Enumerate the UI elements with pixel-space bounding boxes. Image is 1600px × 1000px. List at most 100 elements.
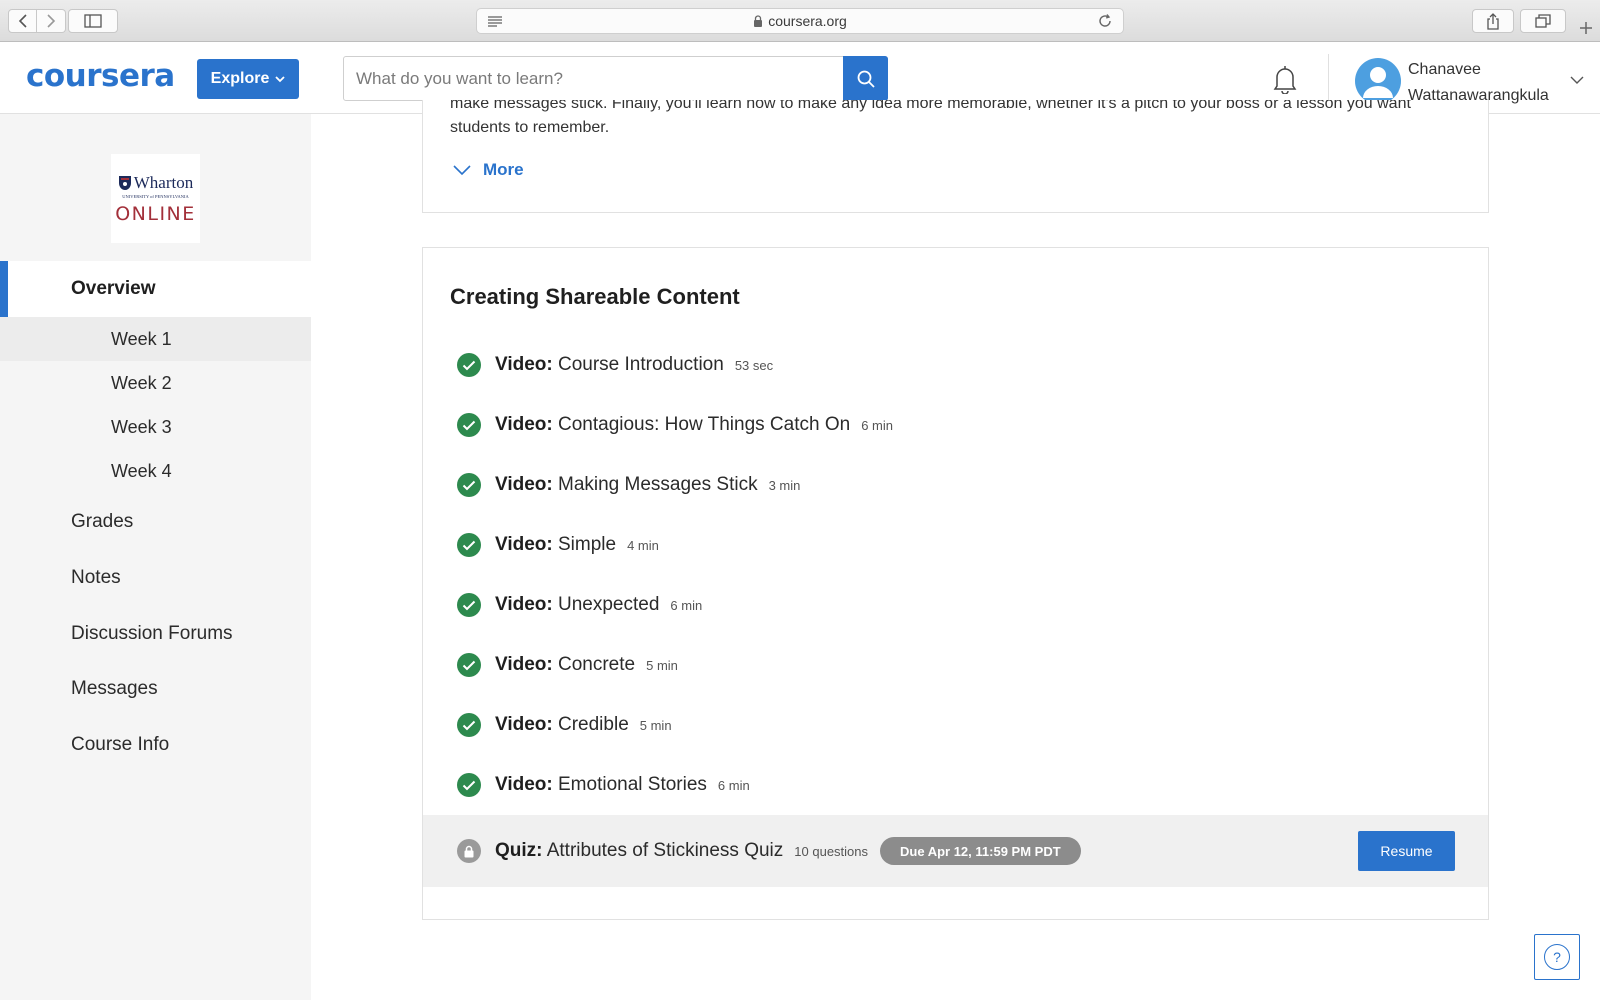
- sidebar-item-discussion-forums[interactable]: Discussion Forums: [0, 606, 311, 662]
- item-duration: 5 min: [639, 717, 672, 733]
- search-box: [343, 56, 888, 101]
- sidebar-item-overview[interactable]: Overview: [0, 261, 311, 317]
- item-duration: 6 min: [717, 777, 750, 793]
- explore-button[interactable]: Explore: [197, 59, 299, 99]
- item-type: Video:: [495, 534, 553, 555]
- chevron-down-icon: [275, 75, 285, 82]
- avatar[interactable]: [1355, 58, 1401, 104]
- item-title: Video: Credible: [495, 714, 629, 736]
- address-bar[interactable]: coursera.org: [476, 8, 1124, 34]
- lock-icon: [754, 15, 763, 27]
- lesson-title: Creating Shareable Content: [450, 284, 740, 309]
- back-icon: [18, 14, 27, 28]
- quiz-question-count: 10 questions: [794, 843, 869, 859]
- chevron-down-icon[interactable]: [1570, 76, 1584, 85]
- sidebar-item-label: Messages: [71, 678, 158, 699]
- reader-icon[interactable]: [487, 15, 503, 27]
- sidebar-item-label: Overview: [71, 278, 156, 299]
- lesson-item[interactable]: Video: Course Introduction 53 sec: [423, 335, 1488, 395]
- user-first-name: Chanavee: [1408, 61, 1481, 78]
- sidebar-toggle-button[interactable]: [68, 9, 118, 33]
- wharton-crest: Wharton: [118, 173, 193, 193]
- item-duration: 6 min: [861, 417, 893, 433]
- sidebar-item-grades[interactable]: Grades: [0, 494, 311, 550]
- completed-check-icon: [457, 713, 481, 737]
- item-title: Video: Unexpected: [495, 594, 659, 616]
- sidebar-item-week-1[interactable]: Week 1: [0, 317, 311, 361]
- lock-icon: [457, 839, 481, 863]
- item-title: Video: Contagious: How Things Catch On: [495, 414, 850, 436]
- tabs-overview-button[interactable]: [1520, 9, 1566, 33]
- item-name: Attributes of Stickiness Quiz: [546, 840, 784, 861]
- completed-check-icon: [457, 773, 481, 797]
- sidebar-item-label: Week 4: [111, 460, 172, 481]
- lesson-item[interactable]: Video: Making Messages Stick 3 min: [423, 455, 1488, 515]
- forward-icon: [47, 14, 56, 28]
- item-type: Video:: [495, 594, 553, 615]
- completed-check-icon: [457, 413, 481, 437]
- partner-logo: Wharton UNIVERSITY of PENNSYLVANIA ONLIN…: [111, 154, 200, 243]
- resume-button[interactable]: Resume: [1358, 831, 1455, 871]
- sidebar-item-label: Week 1: [111, 328, 172, 349]
- sidebar-item-week-2[interactable]: Week 2: [0, 361, 311, 405]
- lesson-item[interactable]: Video: Concrete 5 min: [423, 635, 1488, 695]
- lesson-item[interactable]: Video: Credible 5 min: [423, 695, 1488, 755]
- back-button[interactable]: [8, 9, 37, 33]
- help-button[interactable]: ?: [1534, 934, 1580, 980]
- item-duration: 3 min: [768, 477, 801, 493]
- item-duration: 53 sec: [734, 357, 774, 373]
- coursera-logo[interactable]: coursera: [26, 58, 175, 94]
- item-type: Video:: [495, 414, 553, 435]
- shield-icon: [118, 175, 131, 190]
- reload-icon[interactable]: [1097, 13, 1113, 29]
- explore-label: Explore: [210, 70, 270, 87]
- new-tab-icon: [1580, 22, 1592, 34]
- completed-check-icon: [457, 473, 481, 497]
- item-title: Video: Simple: [495, 534, 616, 556]
- item-title: Quiz: Attributes of Stickiness Quiz: [495, 840, 783, 862]
- quiz-item[interactable]: Quiz: Attributes of Stickiness Quiz 10 q…: [423, 815, 1488, 887]
- item-title: Video: Course Introduction: [495, 354, 724, 376]
- url-text: coursera.org: [768, 13, 847, 29]
- partner-subtitle: UNIVERSITY of PENNSYLVANIA: [122, 193, 189, 199]
- item-title: Video: Emotional Stories: [495, 774, 707, 796]
- item-duration: 4 min: [627, 537, 659, 553]
- sidebar-item-week-4[interactable]: Week 4: [0, 449, 311, 493]
- lesson-item[interactable]: Video: Unexpected 6 min: [423, 575, 1488, 635]
- tabs-icon: [1535, 14, 1551, 28]
- lesson-item[interactable]: Video: Contagious: How Things Catch On 6…: [423, 395, 1488, 455]
- browser-toolbar: coursera.org: [0, 0, 1600, 42]
- search-input[interactable]: [344, 57, 843, 100]
- item-name: Emotional Stories: [558, 774, 707, 795]
- item-duration: 6 min: [670, 597, 703, 613]
- completed-check-icon: [457, 593, 481, 617]
- new-tab-button[interactable]: [1574, 14, 1598, 42]
- sidebar-item-label: Discussion Forums: [71, 623, 233, 644]
- item-name: Making Messages Stick: [558, 474, 758, 495]
- item-type: Video:: [495, 654, 553, 675]
- lesson-item[interactable]: Video: Emotional Stories 6 min: [423, 755, 1488, 815]
- history-nav: [8, 9, 66, 33]
- more-toggle[interactable]: More: [453, 160, 524, 180]
- search-button[interactable]: [843, 56, 888, 101]
- item-type: Video:: [495, 714, 553, 735]
- notification-bell-icon[interactable]: [1272, 64, 1298, 94]
- share-button[interactable]: [1472, 9, 1514, 33]
- lesson-card: Creating Shareable Content Video: Course…: [422, 247, 1489, 920]
- sidebar-item-week-3[interactable]: Week 3: [0, 405, 311, 449]
- partner-online: ONLINE: [115, 202, 196, 225]
- sidebar-item-notes[interactable]: Notes: [0, 550, 311, 606]
- due-date-badge: Due Apr 12, 11:59 PM PDT: [880, 837, 1081, 865]
- sidebar-item-course-info[interactable]: Course Info: [0, 717, 311, 773]
- course-description-card: make messages stick. Finally, you'll lea…: [422, 100, 1489, 213]
- share-icon: [1487, 12, 1499, 30]
- sidebar-item-messages[interactable]: Messages: [0, 661, 311, 717]
- course-description: make messages stick. Finally, you'll lea…: [450, 100, 1450, 140]
- lesson-item[interactable]: Video: Simple 4 min: [423, 515, 1488, 575]
- sidebar-item-label: Week 3: [111, 416, 172, 437]
- item-name: Course Introduction: [558, 354, 724, 375]
- description-line-1: make messages stick. Finally, you'll lea…: [450, 100, 1411, 112]
- forward-button[interactable]: [37, 9, 66, 33]
- item-name: Contagious: How Things Catch On: [558, 414, 851, 435]
- item-name: Simple: [558, 534, 617, 555]
